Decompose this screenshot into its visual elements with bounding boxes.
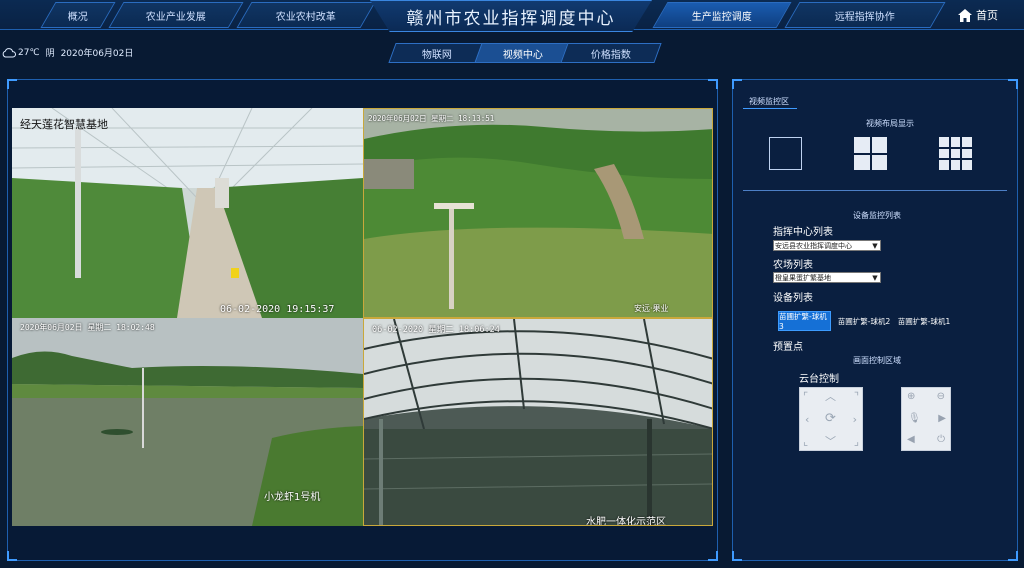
nav-tab-label: 农业产业发展 bbox=[146, 11, 206, 23]
video-cell-3[interactable]: 2020年06月02日 星期二 18:02:48 小龙虾1号机 bbox=[12, 318, 363, 526]
video-timestamp: 06-02-2020 19:15:37 bbox=[220, 304, 335, 315]
ptz-right-button[interactable]: › bbox=[853, 414, 857, 425]
nav-tab-overview[interactable]: 概况 bbox=[40, 2, 116, 28]
zoom-in-icon[interactable]: ⊕ bbox=[907, 392, 915, 402]
weather-temperature: 27℃ bbox=[18, 47, 40, 58]
top-nav-bar: 概况 农业产业发展 农业农村改革 赣州市农业指挥调度中心 生产监控调度 远程指挥… bbox=[0, 0, 1024, 32]
layout-section-title: 视频布局显示 bbox=[866, 119, 914, 128]
home-icon bbox=[958, 8, 972, 22]
subtab-video-center[interactable]: 视频中心 bbox=[474, 43, 572, 63]
layout-1x1-button[interactable] bbox=[769, 137, 802, 170]
command-center-label: 指挥中心列表 bbox=[773, 227, 833, 238]
panel-corner bbox=[1008, 551, 1018, 561]
farm-value: 橙皇果蛋扩繁基地 bbox=[775, 273, 831, 282]
nav-tab-label: 概况 bbox=[68, 11, 88, 23]
ptz-up-left-button[interactable]: ⌜ bbox=[803, 391, 808, 402]
cloud-icon bbox=[2, 47, 16, 57]
farm-label: 农场列表 bbox=[773, 260, 813, 271]
device-monitor-title: 设备监控列表 bbox=[853, 211, 901, 220]
device-button-label: 苗圃扩繁-球机1 bbox=[897, 316, 951, 326]
panel-corner bbox=[732, 551, 742, 561]
device-button-label: 苗圃扩繁-球机3 bbox=[779, 312, 827, 331]
video-cell-2[interactable]: 2020年06月02日 星期二 18:13:51 安远·果业 bbox=[363, 108, 713, 318]
nav-tab-label: 农业农村改革 bbox=[276, 11, 336, 23]
panel-corner bbox=[1008, 79, 1018, 89]
panel-corner bbox=[732, 79, 742, 89]
subtab-price-index[interactable]: 价格指数 bbox=[560, 43, 662, 63]
weather-date: 2020年06月02日 bbox=[60, 49, 134, 59]
ptz-control-pad: ⌜ ︿ ⌝ ‹ ⟳ › ⌞ ﹀ ⌟ bbox=[799, 387, 863, 451]
panel-corner bbox=[708, 551, 718, 561]
video-cell-1[interactable]: 经天莲花智慧基地 06-02-2020 19:15:37 bbox=[12, 108, 363, 318]
panel-corner bbox=[7, 551, 17, 561]
orchard-video-image bbox=[364, 109, 712, 317]
chevron-down-icon: ▼ bbox=[872, 241, 878, 250]
zoom-out-icon[interactable]: ⊖ bbox=[937, 392, 945, 402]
power-icon[interactable]: ⏻ bbox=[937, 435, 945, 445]
farm-select[interactable]: 橙皇果蛋扩繁基地 ▼ bbox=[773, 272, 881, 283]
video-caption: 安远·果业 bbox=[634, 304, 669, 313]
subtab-label: 价格指数 bbox=[591, 49, 631, 61]
page-title: 赣州市农业指挥调度中心 bbox=[370, 0, 652, 32]
nav-tab-industry[interactable]: 农业产业发展 bbox=[108, 2, 244, 28]
video-overlay-text: 经天莲花智慧基地 bbox=[20, 118, 108, 131]
nav-tab-label: 生产监控调度 bbox=[692, 11, 752, 23]
device-button-1[interactable]: 苗圃扩繁-球机1 bbox=[896, 311, 952, 331]
video-monitor-section-title: 视频监控区 bbox=[749, 97, 789, 106]
video-cell-4[interactable]: 06-02-2020 星期二 18:06:24 水肥一体化示范区 bbox=[363, 318, 713, 526]
command-center-select[interactable]: 安远县农业指挥调度中心 ▼ bbox=[773, 240, 881, 251]
subtab-iot[interactable]: 物联网 bbox=[388, 43, 486, 63]
layout-3x3-button[interactable] bbox=[939, 137, 972, 170]
video-overlay-text: 06-02-2020 星期二 18:06:24 bbox=[372, 325, 500, 335]
section-divider bbox=[743, 190, 1007, 191]
ptz-up-right-button[interactable]: ⌝ bbox=[854, 391, 859, 402]
nav-tab-remote-command[interactable]: 远程指挥协作 bbox=[784, 2, 946, 28]
nav-tab-reform[interactable]: 农业农村改革 bbox=[236, 2, 376, 28]
panel-corner bbox=[7, 79, 17, 89]
weather-widget: 27℃ 阴 2020年06月02日 bbox=[2, 46, 133, 59]
ptz-down-left-button[interactable]: ⌞ bbox=[803, 436, 808, 447]
subtab-label: 视频中心 bbox=[503, 49, 543, 61]
ptz-up-button[interactable]: ︿ bbox=[825, 391, 836, 402]
screen-control-area-label: 画面控制区域 bbox=[853, 356, 901, 365]
ptz-down-button[interactable]: ﹀ bbox=[825, 436, 836, 447]
subtab-label: 物联网 bbox=[422, 49, 452, 61]
microphone-icon[interactable]: 🎙 bbox=[908, 414, 921, 424]
nav-tab-label: 远程指挥协作 bbox=[835, 11, 895, 23]
chevron-down-icon: ▼ bbox=[872, 273, 878, 282]
video-caption: 小龙虾1号机 bbox=[264, 492, 321, 503]
video-caption: 水肥一体化示范区 bbox=[586, 517, 666, 526]
camera-tools-pad: ⊕ ⊖ 🎙 ▶ ◀ ⏻ bbox=[901, 387, 951, 451]
device-button-label: 苗圃扩繁-球机2 bbox=[837, 316, 891, 326]
command-center-value: 安远县农业指挥调度中心 bbox=[775, 241, 852, 250]
control-panel: 视频监控区 视频布局显示 设备监控列表 指挥中心列表 安远县农业指挥调度中心 ▼… bbox=[732, 79, 1018, 561]
device-list-label: 设备列表 bbox=[773, 293, 813, 304]
ptz-control-label: 云台控制 bbox=[799, 374, 839, 385]
section-title-underline bbox=[743, 108, 797, 109]
video-panel: 经天莲花智慧基地 06-02-2020 19:15:37 2020年06月02日… bbox=[7, 79, 718, 561]
speaker-icon[interactable]: ◀ bbox=[907, 435, 915, 445]
preset-label: 预置点 bbox=[773, 342, 803, 353]
ptz-left-button[interactable]: ‹ bbox=[805, 414, 809, 425]
video-overlay-text: 2020年06月02日 星期二 18:02:48 bbox=[20, 323, 155, 332]
tunnel-greenhouse-video-image bbox=[364, 319, 712, 525]
panel-corner bbox=[708, 79, 718, 89]
ptz-down-right-button[interactable]: ⌟ bbox=[854, 436, 859, 447]
video-overlay-text: 2020年06月02日 星期二 18:13:51 bbox=[368, 114, 495, 123]
layout-2x2-button[interactable] bbox=[854, 137, 887, 170]
nav-tab-production-monitor[interactable]: 生产监控调度 bbox=[652, 2, 792, 28]
greenhouse-video-image bbox=[12, 108, 363, 318]
weather-condition: 阴 bbox=[45, 49, 55, 59]
home-label: 首页 bbox=[976, 9, 998, 22]
refresh-icon[interactable]: ⟳ bbox=[825, 412, 836, 425]
home-link[interactable]: 首页 bbox=[958, 6, 998, 24]
video-camera-icon[interactable]: ▶ bbox=[938, 414, 946, 424]
page-title-text: 赣州市农业指挥调度中心 bbox=[406, 8, 616, 29]
device-button-3[interactable]: 苗圃扩繁-球机3 bbox=[778, 311, 831, 331]
device-button-2[interactable]: 苗圃扩繁-球机2 bbox=[836, 311, 892, 331]
